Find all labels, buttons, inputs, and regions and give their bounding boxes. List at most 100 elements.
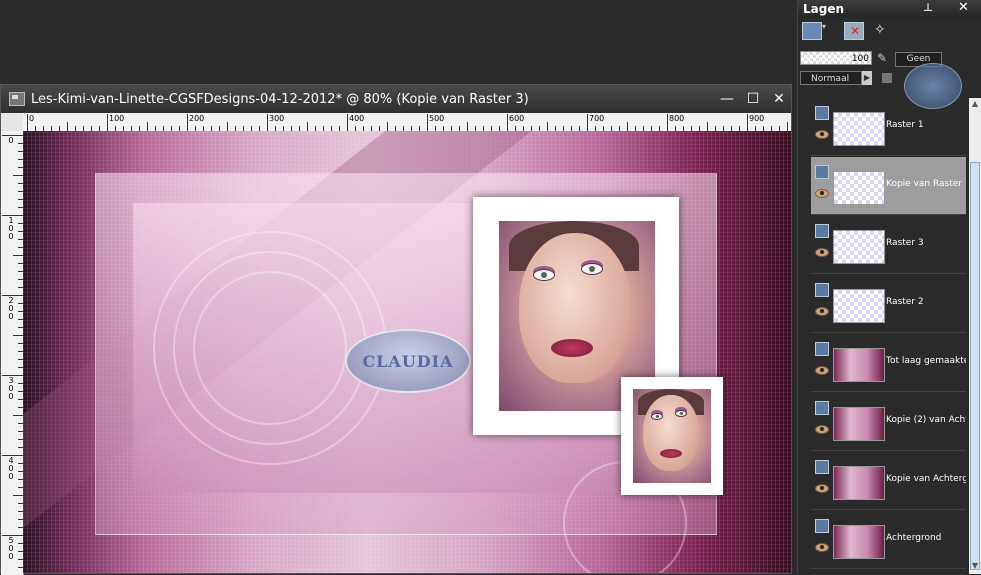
maximize-button[interactable]: ☐ — [743, 89, 763, 109]
layer-row[interactable]: Kopie van Achterg — [811, 452, 966, 510]
raster-layer-icon — [815, 165, 829, 179]
ruler-label: 400 — [349, 114, 365, 123]
blend-mode-select[interactable]: Normaal — [800, 71, 862, 85]
scroll-thumb[interactable] — [970, 162, 980, 570]
layer-name: Raster 1 — [886, 120, 924, 130]
layer-list: Raster 1 Kopie van Raster 3 Raster 3 Raster… — [811, 98, 966, 574]
small-photo-frame — [621, 377, 723, 495]
delete-layer-icon[interactable]: ✕ — [844, 22, 864, 40]
horizontal-ruler[interactable]: 0 100 200 300 400 500 600 700 800 900 — [23, 113, 791, 132]
ruler-tick — [467, 122, 468, 131]
ruler-label: 500 — [429, 114, 445, 123]
opacity-row: 100 ✎ Geen — [800, 51, 980, 67]
layer-row[interactable]: Kopie van Raster 3 — [811, 157, 966, 215]
opacity-field[interactable]: 100 — [800, 51, 872, 65]
ruler-label: 800 — [669, 114, 685, 123]
ruler-tick — [747, 114, 748, 131]
ruler-tick — [427, 114, 428, 131]
image-canvas[interactable]: CLAUDIA — [23, 131, 791, 573]
layer-row[interactable]: Tot laag gemaakte — [811, 334, 966, 392]
ruler-tick — [13, 335, 23, 336]
layer-name: Achtergrond — [886, 533, 942, 543]
layers-scrollbar[interactable]: ▲ ▼ — [969, 98, 981, 574]
ruler-tick — [147, 122, 148, 131]
visibility-eye-icon[interactable] — [815, 543, 829, 552]
ruler-label: 300 — [269, 114, 285, 123]
layer-name: Kopie van Raster 3 — [886, 179, 966, 189]
layer-row[interactable]: Raster 3 — [811, 216, 966, 274]
ruler-tick — [107, 114, 108, 131]
ruler-tick — [13, 255, 23, 256]
ruler-label: 5 0 0 — [8, 536, 14, 561]
raster-layer-icon — [815, 283, 829, 297]
visibility-eye-icon[interactable] — [815, 366, 829, 375]
layers-toolbar: ▾ ✕ ✧ — [798, 18, 981, 44]
ruler-label: 200 — [189, 114, 205, 123]
ruler-tick — [347, 114, 348, 131]
ruler-label: 700 — [589, 114, 605, 123]
ruler-tick — [13, 495, 23, 496]
layer-name: Kopie van Achterg — [886, 474, 966, 484]
ruler-label: 600 — [509, 114, 525, 123]
layer-thumbnail — [833, 407, 885, 441]
lips — [660, 449, 682, 458]
brush-icon[interactable]: ✎ — [877, 51, 891, 65]
ruler-tick — [13, 175, 23, 176]
eye — [581, 263, 603, 275]
ruler-tick — [267, 114, 268, 131]
layer-row[interactable]: Achtergrond — [811, 511, 966, 569]
close-button[interactable]: ✕ — [769, 89, 789, 109]
properties-icon[interactable]: ✧ — [874, 22, 892, 38]
new-layer-icon[interactable] — [802, 22, 822, 40]
raster-layer-icon — [815, 224, 829, 238]
ruler-label: 0 — [8, 136, 14, 145]
eye — [675, 410, 687, 417]
pin-icon[interactable]: ⊥ — [923, 1, 933, 14]
blend-arrow-icon[interactable]: ▶ — [862, 71, 872, 85]
close-palette-button[interactable]: ✕ — [958, 0, 969, 15]
raster-layer-icon — [815, 342, 829, 356]
layer-name: Raster 3 — [886, 238, 924, 248]
layer-thumbnail — [833, 348, 885, 382]
scroll-up-button[interactable]: ▲ — [969, 98, 981, 110]
ruler-label: 100 — [109, 114, 125, 123]
raster-layer-icon — [815, 106, 829, 120]
dropdown-arrow-icon[interactable]: ▾ — [822, 22, 830, 38]
minimize-button[interactable]: — — [717, 89, 737, 109]
layers-palette-header[interactable]: Lagen ⊥ ✕ — [798, 0, 981, 18]
layer-row[interactable]: Kopie (2) van Acht — [811, 393, 966, 451]
delete-x-icon: ✕ — [850, 24, 861, 38]
scroll-down-button[interactable]: ▼ — [969, 560, 981, 572]
vertical-ruler[interactable]: 0 1 0 0 2 0 0 3 0 0 4 0 0 5 0 0 — [1, 131, 24, 575]
visibility-eye-icon[interactable] — [815, 248, 829, 257]
ruler-tick — [547, 122, 548, 131]
ruler-tick — [707, 122, 708, 131]
visibility-eye-icon[interactable] — [815, 425, 829, 434]
document-title-bar[interactable]: Les-Kimi-van-Linette-CGSFDesigns-04-12-2… — [1, 85, 791, 113]
layer-name: Raster 2 — [886, 297, 924, 307]
ruler-tick — [307, 122, 308, 131]
lock-icon[interactable] — [882, 73, 892, 83]
visibility-eye-icon[interactable] — [815, 189, 829, 198]
layer-thumbnail — [833, 466, 885, 500]
document-title: Les-Kimi-van-Linette-CGSFDesigns-04-12-2… — [31, 91, 529, 107]
document-window[interactable]: Les-Kimi-van-Linette-CGSFDesigns-04-12-2… — [0, 84, 792, 575]
ruler-label: 4 0 0 — [8, 456, 14, 481]
visibility-eye-icon[interactable] — [815, 130, 829, 139]
layer-thumbnail — [833, 289, 885, 323]
ruler-label: 1 0 0 — [8, 216, 14, 241]
ruler-tick — [627, 122, 628, 131]
visibility-eye-icon[interactable] — [815, 484, 829, 493]
layer-row[interactable]: Raster 1 — [811, 98, 966, 156]
face — [519, 233, 631, 383]
ruler-tick — [507, 114, 508, 131]
claudia-watermark: CLAUDIA — [345, 329, 471, 393]
layer-row[interactable]: Raster 2 — [811, 275, 966, 333]
ruler-corner — [1, 113, 23, 131]
ruler-label: 2 0 0 — [8, 296, 14, 321]
layer-name: Kopie (2) van Acht — [886, 415, 966, 425]
face — [643, 395, 699, 471]
visibility-eye-icon[interactable] — [815, 307, 829, 316]
eye — [651, 413, 663, 420]
ruler-label: 900 — [749, 114, 765, 123]
